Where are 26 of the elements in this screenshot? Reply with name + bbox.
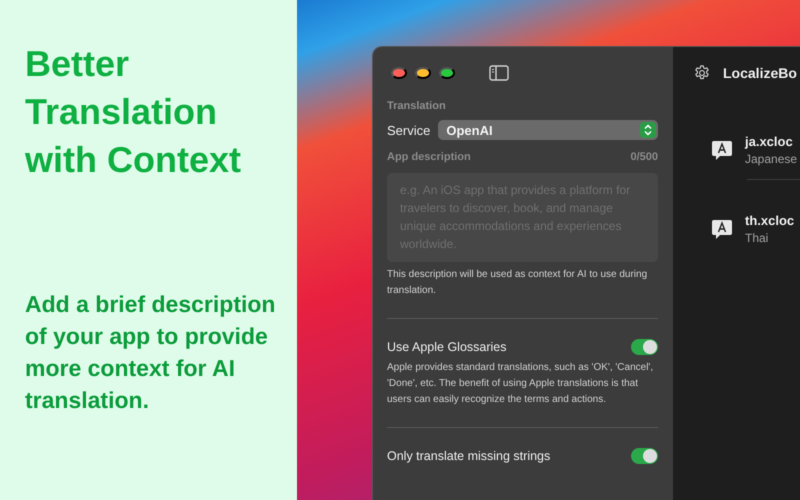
description-caption: This description will be used as context for AI to use during translation. [387, 268, 648, 298]
stepper-icon [640, 122, 656, 138]
file-language: Thai [745, 231, 770, 245]
sidebar-toggle-icon[interactable] [489, 65, 509, 81]
character-counter: 0/500 [630, 151, 658, 163]
close-button[interactable] [391, 67, 407, 79]
section-label: Translation [387, 100, 447, 112]
toggle-label: Only translate missing strings [387, 449, 550, 463]
toggle-label: Use Apple Glossaries [387, 340, 507, 354]
speech-bubble-icon [711, 218, 733, 240]
toggle-description: Apple provides standard translations, such as 'OK', 'Cancel', 'Done', etc. The benefit of using Apple translations is that users can easily recognize the terms and actions. [387, 361, 654, 407]
app-title: LocalizeBo [723, 65, 797, 81]
toggle-switch[interactable] [631, 448, 658, 464]
file-name[interactable]: th.xcloc [745, 213, 794, 228]
subtitle: Add a brief description of your app to provide more context for AI translation. [25, 290, 276, 415]
description-label: App description [387, 151, 471, 163]
file-name[interactable]: ja.xcloc [745, 134, 798, 149]
settings-icon[interactable] [693, 64, 711, 82]
minimize-button[interactable] [415, 67, 431, 79]
file-language: Japanese [745, 152, 798, 166]
headline: Better Translation with Context [25, 42, 242, 182]
zoom-button[interactable] [439, 67, 455, 79]
speech-bubble-icon [711, 139, 733, 161]
service-popup[interactable]: OpenAI [438, 120, 658, 140]
toggle-switch[interactable] [631, 339, 658, 355]
service-label: Service [387, 122, 430, 138]
